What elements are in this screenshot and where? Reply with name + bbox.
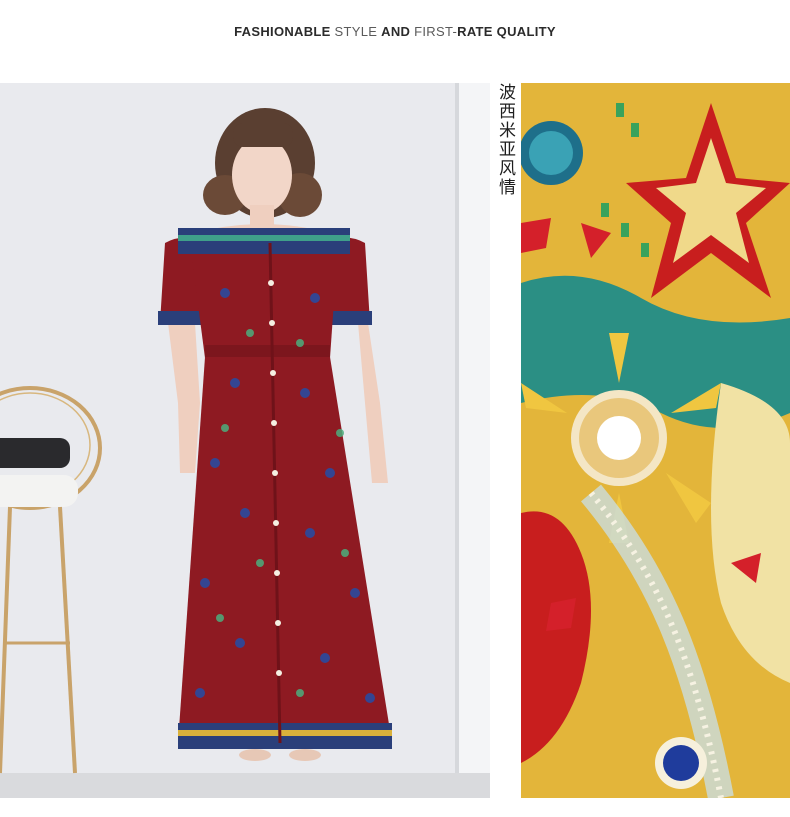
product-detail-page: FASHIONABLE STYLE AND FIRST-RATE QUALITY	[0, 0, 790, 817]
mosaic-photo	[521, 83, 790, 798]
headline-first: FIRST-	[410, 24, 458, 39]
mosaic-illustration	[521, 83, 790, 798]
headline-style: STYLE	[330, 24, 382, 39]
headline-rate-quality: RATE QUALITY	[457, 24, 556, 39]
headline: FASHIONABLE STYLE AND FIRST-RATE QUALITY	[0, 24, 790, 39]
headline-fashionable: FASHIONABLE	[234, 24, 331, 39]
vertical-caption: 波西米亚风情	[495, 83, 515, 197]
model-photo-illustration	[0, 83, 490, 798]
model-photo	[0, 83, 490, 798]
headline-and: AND	[381, 24, 411, 39]
